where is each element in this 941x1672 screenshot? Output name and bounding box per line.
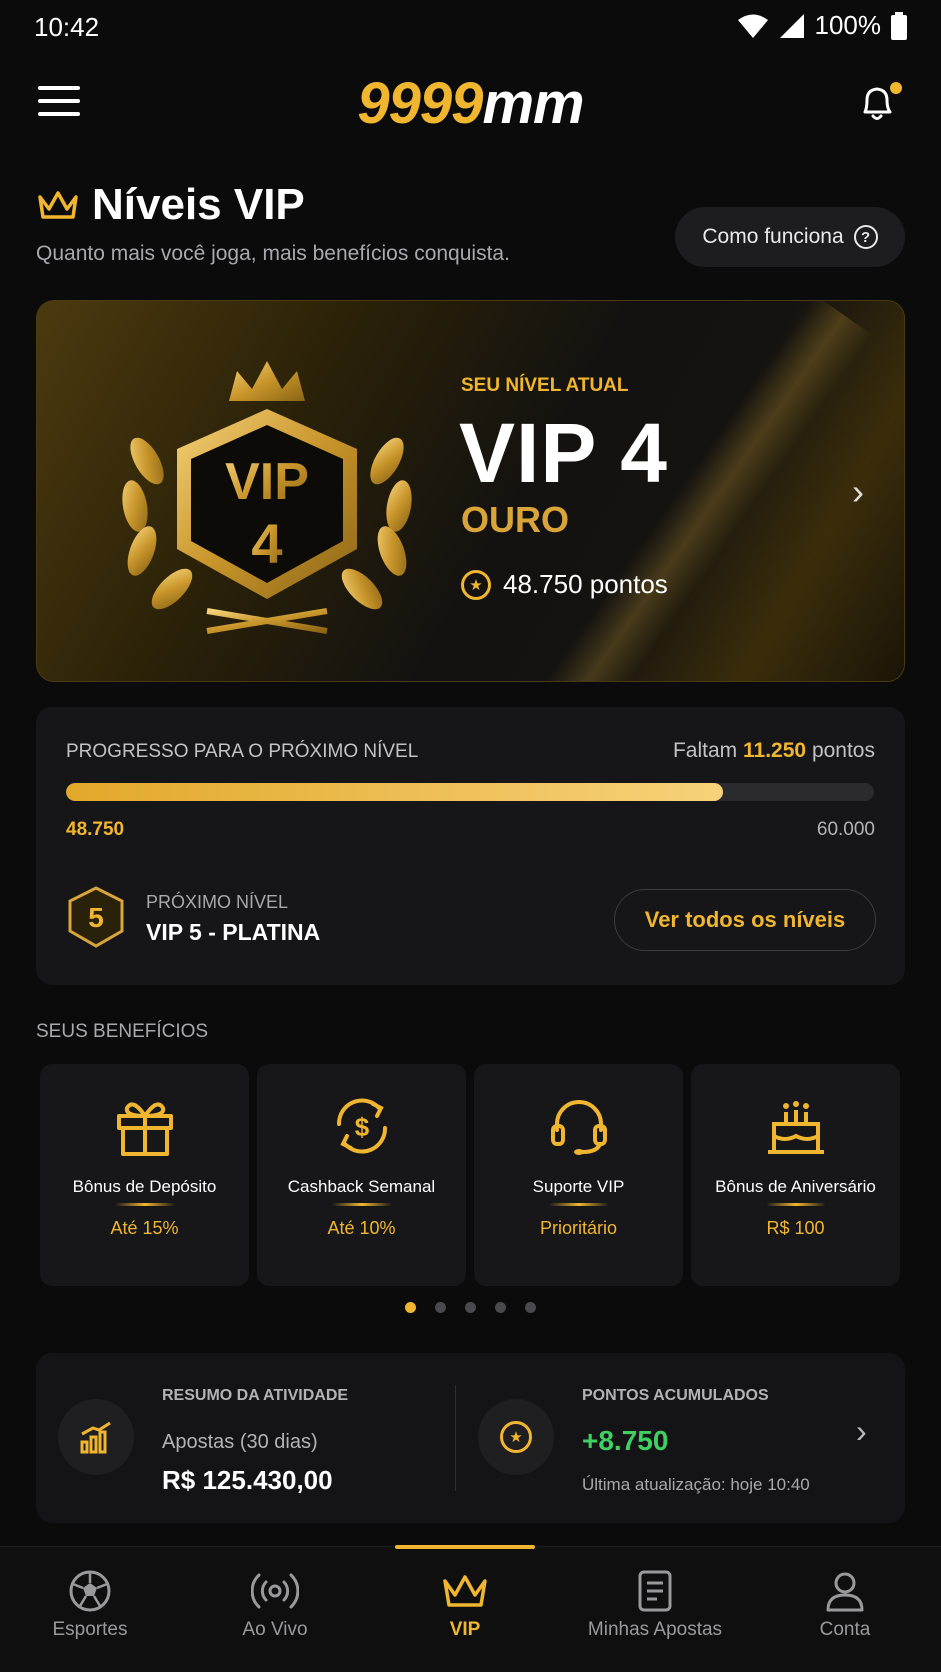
benefit-value: R$ 100 [766,1218,825,1238]
points-remaining: Faltam 11.250 pontos [672,739,875,762]
how-it-works-label: Como funciona [702,225,844,248]
last-update-text: Última atualização: hoje 10:40 [582,1475,810,1494]
nav-label: Minhas Apostas [587,1619,723,1640]
divider [455,1385,456,1491]
activity-summary-label: RESUMO DA ATIVIDADE [162,1387,349,1404]
benefit-card-support[interactable]: Suporte VIP Prioritário [474,1064,683,1286]
carousel-dots [0,1302,941,1313]
benefit-title: Suporte VIP [532,1177,625,1196]
bar-chart-icon [80,1421,111,1454]
svg-text:$: $ [354,1112,369,1142]
nav-label: Conta [819,1619,871,1640]
see-all-levels-button[interactable]: Ver todos os níveis [614,889,876,951]
soccer-ball-icon [69,1570,111,1612]
nav-label: VIP [449,1619,481,1640]
title-row: Níveis VIP [36,180,305,230]
benefit-title: Bônus de Aniversário [715,1177,876,1196]
progress-bar-fill [66,783,723,801]
progress-max: 60.000 [816,819,875,840]
accumulated-points-label: PONTOS ACUMULADOS [582,1387,769,1404]
current-level-tier: OURO [461,499,569,540]
gift-icon [116,1102,173,1156]
brand-logo: 9999mm [357,71,584,136]
benefit-card-deposit[interactable]: Bônus de Depósito Até 15% [40,1064,249,1286]
notification-bell-icon[interactable] [852,78,902,128]
current-points: ★ 48.750 pontos [461,569,668,600]
badge-vip-text: VIP [225,453,309,511]
carousel-dot[interactable] [525,1302,536,1313]
bets-period-label: Apostas (30 dias) [162,1431,318,1453]
nav-item-vip[interactable]: VIP [375,1547,555,1672]
headset-icon [550,1100,607,1155]
page-title: Níveis VIP [92,180,305,229]
current-points-value: 48.750 pontos [503,569,668,599]
how-it-works-button[interactable]: Como funciona ? [675,207,905,267]
user-icon [826,1572,864,1612]
carousel-dot[interactable] [435,1302,446,1313]
status-icons: 100% [737,10,907,41]
status-time: 10:42 [34,12,100,42]
progress-label: PROGRESSO PARA O PRÓXIMO NÍVEL [66,741,419,762]
bottom-navigation: Esportes Ao Vivo VIP Minhas Apostas Cont… [0,1545,941,1672]
nav-label: Esportes [52,1619,128,1640]
current-level-card[interactable]: VIP 4 SEU NÍVEL ATUAL VIP 4 OURO ★ 48.75… [36,300,905,682]
nav-item-conta[interactable]: Conta [755,1547,935,1672]
carousel-dot[interactable] [405,1302,416,1313]
cashback-icon: $ [336,1098,387,1154]
star-icon: ★ [461,569,491,600]
carousel-dot[interactable] [495,1302,506,1313]
svg-text:5: 5 [88,902,104,933]
bets-total-value: R$ 125.430,00 [162,1465,333,1495]
battery-icon [891,11,907,40]
cake-icon [767,1101,824,1154]
accumulated-points-value: +8.750 [582,1425,669,1456]
star-icon: ★ [500,1421,532,1453]
benefit-title: Cashback Semanal [287,1177,436,1196]
nav-label: Ao Vivo [242,1619,308,1640]
benefits-heading: SEUS BENEFÍCIOS [36,1021,209,1042]
help-icon: ? [853,225,878,249]
battery-percent: 100% [814,10,882,40]
progress-panel: PROGRESSO PARA O PRÓXIMO NÍVEL Faltam 11… [36,707,905,985]
benefit-title: Bônus de Depósito [72,1177,217,1196]
chart-icon-wrapper [58,1399,134,1475]
progress-bar [66,783,874,801]
progress-current: 48.750 [66,819,125,840]
chevron-right-icon[interactable]: › [852,471,864,513]
nav-item-ao-vivo[interactable]: Ao Vivo [185,1547,365,1672]
next-level-label: PRÓXIMO NÍVEL [146,892,289,912]
current-level-name: VIP 4 [459,406,668,500]
benefit-value: Prioritário [539,1218,618,1238]
benefit-card-cashback[interactable]: $ Cashback Semanal Até 10% [257,1064,466,1286]
activity-summary-panel[interactable]: RESUMO DA ATIVIDADE Apostas (30 dias) R$… [36,1353,905,1523]
points-icon-wrapper: ★ [478,1399,554,1475]
nav-item-esportes[interactable]: Esportes [0,1547,180,1672]
carousel-dot[interactable] [465,1302,476,1313]
document-icon [638,1570,672,1612]
page-subtitle: Quanto mais você joga, mais benefícios c… [36,242,510,265]
benefit-card-birthday[interactable]: Bônus de Aniversário R$ 100 [691,1064,900,1286]
wifi-icon [737,14,768,38]
benefit-value: Até 10% [327,1218,396,1238]
chevron-right-icon[interactable]: › [856,1413,867,1450]
signal-icon [779,13,804,38]
vip-badge-icon: VIP 4 [122,361,412,634]
next-level-name: VIP 5 - PLATINA [146,919,321,945]
current-level-label: SEU NÍVEL ATUAL [461,375,629,396]
live-broadcast-icon [251,1573,299,1609]
badge-number-text: 4 [251,512,282,575]
next-level-badge-icon: 5 [68,886,124,948]
benefit-value: Até 15% [110,1218,179,1238]
nav-item-minhas-apostas[interactable]: Minhas Apostas [565,1547,745,1672]
crown-icon [38,191,78,219]
crown-icon [443,1575,487,1607]
